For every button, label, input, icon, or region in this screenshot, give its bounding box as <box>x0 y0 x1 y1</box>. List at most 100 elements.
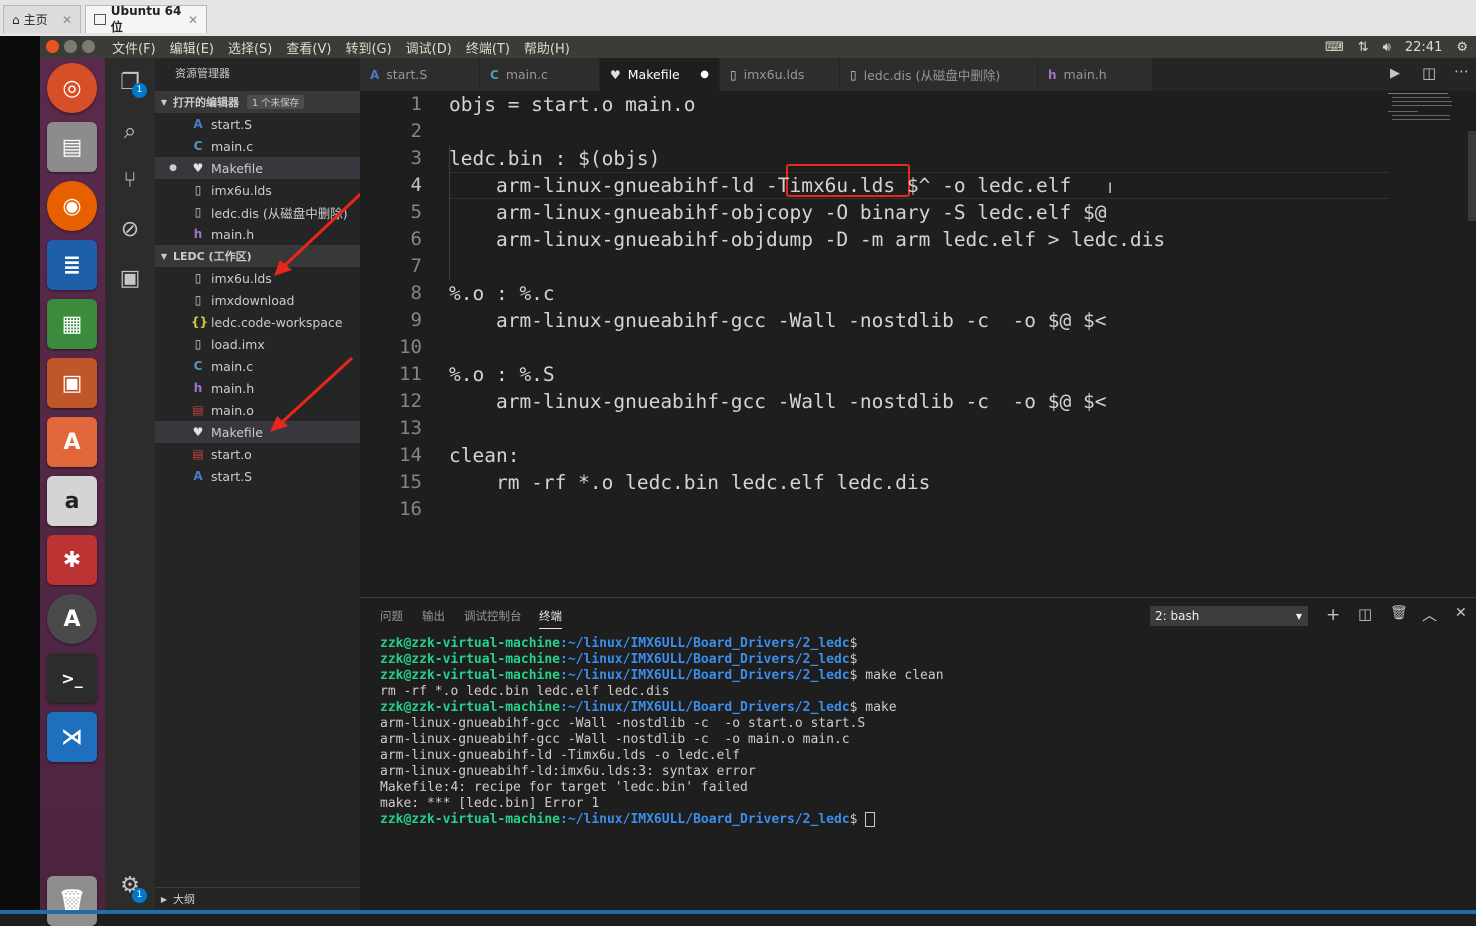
terminal-line: arm-linux-gnueabihf-ld -Timx6u.lds -o le… <box>380 748 741 763</box>
power-icon[interactable]: ⚙ <box>1456 40 1468 55</box>
writer-icon[interactable]: ≣ <box>47 240 97 290</box>
tab-ledc-dis[interactable]: ▯ ledc.dis (从磁盘中删除) <box>840 58 1038 91</box>
kill-terminal-icon[interactable]: 🗑︎ <box>1390 605 1408 621</box>
panel-tab-output[interactable]: 输出 <box>422 608 445 624</box>
window-maximize-button[interactable] <box>82 40 95 53</box>
close-panel-icon[interactable]: ✕ <box>1455 605 1467 621</box>
tab-imx6u-lds[interactable]: ▯ imx6u.lds <box>720 58 840 91</box>
trash-icon[interactable]: 🗑︎ <box>47 876 97 926</box>
home-icon: ⌂ <box>12 12 20 27</box>
firefox-icon[interactable]: ◉ <box>47 181 97 231</box>
open-editors-label: 打开的编辑器 <box>173 96 239 109</box>
extensions-icon[interactable]: ▣ <box>105 258 155 298</box>
menu-selection[interactable]: 选择(S) <box>228 38 272 57</box>
terminal-line: zzk@zzk-virtual-machine:~/linux/IMX6ULL/… <box>380 652 858 667</box>
split-editor-icon[interactable]: ◫ <box>1422 64 1436 82</box>
source-control-icon[interactable]: ⑂ <box>105 160 155 200</box>
tab-label: imx6u.lds <box>743 67 805 82</box>
software-center-icon[interactable]: A <box>47 417 97 467</box>
clock[interactable]: 22:41 <box>1405 40 1442 55</box>
tab-makefile[interactable]: ♥ Makefile ● <box>600 58 720 91</box>
menu-file[interactable]: 文件(F) <box>112 38 156 57</box>
file-label: start.o <box>211 446 252 462</box>
explorer-badge: 1 <box>132 83 147 98</box>
keyboard-icon[interactable]: ⌨ <box>1325 40 1344 55</box>
panel-tab-debug-console[interactable]: 调试控制台 <box>464 608 522 624</box>
editor-scrollbar[interactable] <box>1468 131 1476 221</box>
terminal-line: zzk@zzk-virtual-machine:~/linux/IMX6ULL/… <box>380 668 944 683</box>
software-updater-icon[interactable]: A <box>47 594 97 644</box>
line-number: 5 <box>410 201 422 223</box>
minimap[interactable] <box>1388 91 1476 131</box>
file-label: start.S <box>211 468 253 484</box>
vm-tab-ubuntu[interactable]: Ubuntu 64 位 ✕ <box>85 4 207 34</box>
close-icon[interactable]: ✕ <box>62 13 72 27</box>
close-icon[interactable]: ✕ <box>188 13 198 27</box>
text-cursor-icon: I <box>1108 181 1113 197</box>
debug-icon[interactable]: ⊘ <box>105 209 155 249</box>
tab-main-h[interactable]: h main.h <box>1038 58 1153 91</box>
binary-file-icon: ▤ <box>192 403 204 417</box>
open-editor-item[interactable]: Cmain.c <box>155 135 360 157</box>
explorer-icon[interactable]: ❐ <box>105 62 155 102</box>
binary-file-icon: ▤ <box>192 447 204 461</box>
panel-tab-problems[interactable]: 问题 <box>380 608 403 624</box>
settings-icon[interactable]: ⚙ <box>105 865 155 905</box>
file-label: main.c <box>211 138 254 154</box>
editor-tab-bar: Astart.S Cmain.c ♥ Makefile ● ▯ imx6u.lds ▯… <box>360 58 1476 91</box>
run-icon[interactable]: ▶ <box>1390 66 1400 81</box>
new-terminal-icon[interactable]: + <box>1326 605 1340 625</box>
more-actions-icon[interactable]: ⋯ <box>1454 62 1469 80</box>
file-label: Makefile <box>211 160 263 176</box>
file-tree-item[interactable]: ▤ start.o <box>155 443 360 465</box>
vm-tab-ubuntu-label: Ubuntu 64 位 <box>110 4 182 34</box>
line-number: 1 <box>410 93 422 115</box>
line-number: 13 <box>399 417 422 439</box>
search-icon[interactable]: ⌕ <box>105 111 155 151</box>
calc-icon[interactable]: ▦ <box>47 299 97 349</box>
menu-debug[interactable]: 调试(D) <box>406 38 452 57</box>
menu-terminal[interactable]: 终端(T) <box>466 38 510 57</box>
minimap-line <box>1388 93 1448 94</box>
line-number: 15 <box>399 471 422 493</box>
terminal-line: zzk@zzk-virtual-machine:~/linux/IMX6ULL/… <box>380 700 897 715</box>
terminal-select[interactable]: 2: bash ▼ <box>1150 606 1308 626</box>
split-terminal-icon[interactable]: ◫ <box>1358 605 1372 623</box>
line-number: 10 <box>399 336 422 358</box>
menu-edit[interactable]: 编辑(E) <box>170 38 214 57</box>
vm-tab-home[interactable]: ⌂ 主页 ✕ <box>3 5 81 33</box>
tab-label: ledc.dis (从磁盘中删除) <box>863 68 1001 83</box>
terminal-icon[interactable]: >_ <box>47 653 97 703</box>
menu-view[interactable]: 查看(V) <box>286 38 331 57</box>
system-settings-icon[interactable]: ✱ <box>47 535 97 585</box>
window-minimize-button[interactable] <box>64 40 77 53</box>
terminal-cmd: make <box>857 700 897 715</box>
open-editor-item-active[interactable]: ● ♥ Makefile <box>155 157 360 179</box>
ubuntu-dash-icon[interactable]: ◎ <box>47 63 97 113</box>
maximize-panel-icon[interactable]: ︿ <box>1422 604 1437 625</box>
terminal-path: :~/linux/IMX6ULL/Board_Drivers/2_ledc <box>560 812 850 827</box>
menu-go[interactable]: 转到(G) <box>345 38 391 57</box>
amazon-icon[interactable]: a <box>47 476 97 526</box>
code-editor[interactable]: I 1 2 3 4 5 6 7 8 9 10 11 12 13 14 15 16… <box>360 91 1476 596</box>
files-icon[interactable]: ▤ <box>47 122 97 172</box>
menu-help[interactable]: 帮助(H) <box>524 38 570 57</box>
terminal[interactable]: zzk@zzk-virtual-machine:~/linux/IMX6ULL/… <box>360 636 1476 836</box>
panel-tab-terminal[interactable]: 终端 <box>539 608 562 629</box>
system-tray: ⌨ ⇅ 🔊︎ 22:41 ⚙ <box>1325 36 1468 58</box>
vscode-icon[interactable]: ⋊ <box>47 712 97 762</box>
tab-main-c[interactable]: Cmain.c <box>480 58 600 91</box>
file-tree-item[interactable]: Astart.S <box>155 465 360 487</box>
code-line: arm-linux-gnueabihf-gcc -Wall -nostdlib … <box>449 309 1107 332</box>
outline-header[interactable]: ▶ 大纲 <box>155 887 360 910</box>
unsaved-dot-icon[interactable]: ● <box>700 69 709 80</box>
open-editor-item[interactable]: Astart.S <box>155 113 360 135</box>
window-close-button[interactable] <box>46 40 59 53</box>
file-icon: ▯ <box>730 67 737 82</box>
open-editors-header[interactable]: ▼ 打开的编辑器 1 个未保存 <box>155 91 360 113</box>
impress-icon[interactable]: ▣ <box>47 358 97 408</box>
volume-icon[interactable]: 🔊︎ <box>1383 40 1391 55</box>
network-icon[interactable]: ⇅ <box>1358 40 1369 55</box>
tab-start-s[interactable]: Astart.S <box>360 58 480 91</box>
chevron-down-icon: ▼ <box>160 251 168 261</box>
